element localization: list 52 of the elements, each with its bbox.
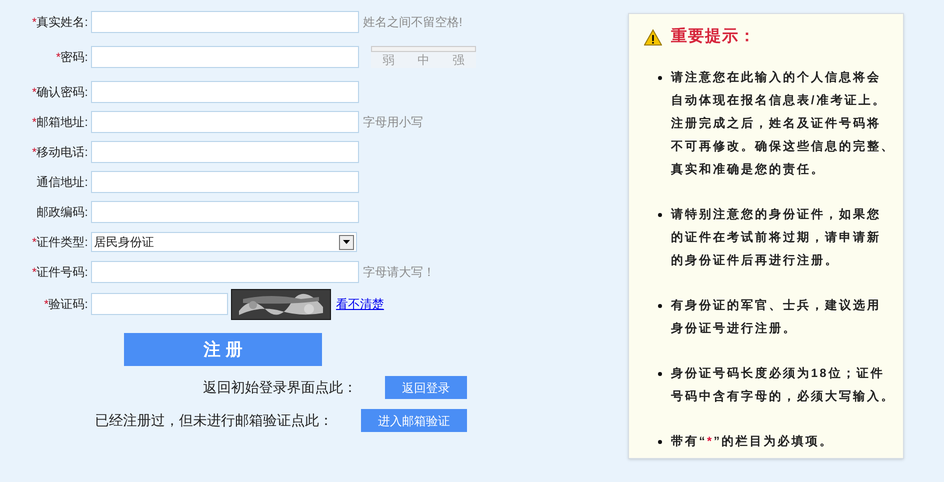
required-mark: * bbox=[32, 114, 37, 131]
required-mark: * bbox=[44, 296, 49, 313]
field-label: 证件号码: bbox=[36, 264, 88, 281]
input-field[interactable] bbox=[91, 141, 359, 163]
id-type-select[interactable]: 居民身份证 bbox=[91, 232, 357, 252]
bullet-icon bbox=[658, 372, 662, 376]
back-to-login-button[interactable]: 返回登录 bbox=[385, 376, 467, 399]
notice-text: 有身份证的军官、士兵，建议选用 身份证号进行注册。 bbox=[671, 297, 881, 337]
field-label: 通信地址: bbox=[36, 174, 88, 191]
bullet-icon bbox=[658, 304, 662, 308]
notice-text: 身份证号码长度必须为18位；证件 号码中含有字母的，必须大写输入。 bbox=[671, 365, 895, 405]
required-mark: * bbox=[32, 84, 37, 101]
action-prompt: 已经注册过，但未进行邮箱验证点此： bbox=[95, 411, 333, 430]
bullet-icon bbox=[658, 213, 662, 217]
required-mark: * bbox=[32, 264, 37, 281]
field-hint: 姓名之间不留空格! bbox=[363, 14, 462, 31]
strength-label: 弱 bbox=[382, 52, 394, 68]
strength-label: 强 bbox=[452, 52, 464, 68]
input-field[interactable] bbox=[91, 201, 359, 223]
required-mark: * bbox=[32, 144, 37, 161]
field-label: 邮箱地址: bbox=[36, 114, 88, 131]
notice-text: 带有“*”的栏目为必填项。 bbox=[671, 433, 834, 450]
refresh-captcha-link[interactable]: 看不清楚 bbox=[336, 295, 384, 313]
notice-text: 请特别注意您的身份证件，如果您 的证件在考试前将过期，请申请新 的身份证件后再进行注册。 bbox=[671, 206, 881, 269]
required-mark: * bbox=[56, 49, 61, 66]
input-field[interactable] bbox=[91, 111, 359, 133]
input-field[interactable] bbox=[91, 261, 359, 283]
action-prompt: 返回初始登录界面点此： bbox=[203, 378, 357, 397]
password-field[interactable] bbox=[91, 46, 359, 68]
bullet-icon bbox=[658, 440, 662, 444]
input-field[interactable] bbox=[91, 11, 359, 33]
input-field[interactable] bbox=[91, 171, 359, 193]
field-label: 证件类型: bbox=[36, 234, 88, 251]
required-mark: * bbox=[32, 234, 37, 251]
field-label: 确认密码: bbox=[36, 84, 88, 101]
field-hint: 字母用小写 bbox=[363, 114, 423, 131]
bullet-icon bbox=[658, 76, 662, 80]
notice-title: 重要提示： bbox=[671, 26, 756, 47]
required-mark: * bbox=[32, 14, 37, 31]
field-label: 验证码: bbox=[48, 296, 88, 313]
field-label: 密码: bbox=[60, 49, 88, 66]
input-field[interactable] bbox=[91, 81, 359, 103]
field-label: 邮政编码: bbox=[36, 204, 88, 221]
notice-text: 请注意您在此输入的个人信息将会 自动体现在报名信息表/准考证上。 注册完成之后，姓名及证件号码将 不可再修改。确保这些信息的完整、 真实和准确是您的责任。 bbox=[671, 69, 895, 178]
field-label: 移动电话: bbox=[36, 144, 88, 161]
warning-icon bbox=[644, 28, 662, 46]
captcha-field[interactable] bbox=[91, 293, 228, 315]
field-hint: 字母请大写！ bbox=[363, 264, 435, 281]
field-label: 真实姓名: bbox=[36, 14, 88, 31]
email-verify-button[interactable]: 进入邮箱验证 bbox=[361, 409, 467, 432]
strength-label: 中 bbox=[418, 52, 430, 68]
register-button[interactable]: 注 册 bbox=[124, 333, 322, 366]
